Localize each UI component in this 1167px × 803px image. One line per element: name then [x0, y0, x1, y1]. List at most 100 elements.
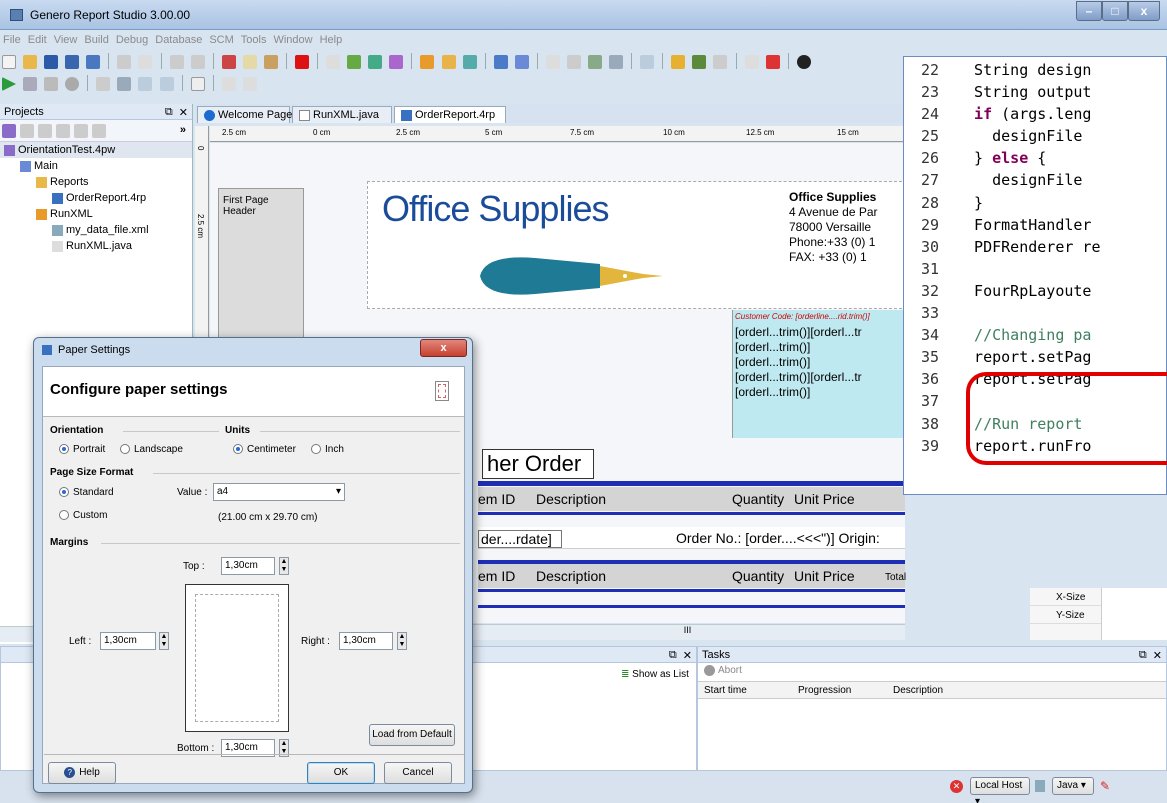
centimeter-radio[interactable]: Centimeter — [233, 444, 296, 455]
layout-icon[interactable] — [566, 55, 581, 69]
step-icon[interactable] — [44, 77, 59, 91]
left-margin-field[interactable]: 1,30cm — [100, 632, 156, 650]
rebuild-icon[interactable] — [389, 55, 404, 69]
stop-icon[interactable] — [65, 77, 80, 91]
landscape-radio[interactable]: Landscape — [120, 444, 183, 455]
menu-help[interactable]: Help — [320, 34, 343, 46]
order-line-field[interactable]: [orderl...trim()] — [735, 385, 904, 400]
open-folder-icon[interactable] — [23, 55, 38, 69]
build-icon[interactable] — [368, 55, 383, 69]
menu-window[interactable]: Window — [273, 34, 312, 46]
align-icon[interactable] — [609, 55, 624, 69]
tree-item[interactable]: Reports — [0, 174, 192, 190]
menu-scm[interactable]: SCM — [209, 34, 233, 46]
tab-welcome-page[interactable]: Welcome Page — [197, 106, 292, 123]
run-play-icon[interactable] — [2, 77, 16, 91]
settings-icon[interactable] — [744, 55, 759, 69]
top-margin-spinner[interactable]: ▲ ▼ — [279, 557, 289, 575]
order-no-field[interactable]: Order No.: [order....<<<")] Origin: — [676, 530, 880, 546]
tree-item[interactable]: my_data_file.xml — [0, 222, 192, 238]
tree-item[interactable]: OrientationTest.4pw — [0, 142, 192, 158]
show-as-list-button[interactable]: ≣ Show as List — [621, 669, 689, 680]
tree-tool-icon[interactable] — [92, 124, 106, 138]
print-preview-icon[interactable] — [138, 55, 153, 69]
load-from-default-button[interactable]: Load from Default — [369, 724, 455, 746]
close-panel-icon[interactable]: ✕ — [1153, 649, 1162, 662]
tree-tool-icon[interactable] — [56, 124, 70, 138]
save-all-icon[interactable] — [86, 55, 101, 69]
more-icon[interactable]: » — [180, 124, 186, 136]
cancel-button[interactable]: Cancel — [384, 762, 452, 784]
paragraph-icon[interactable] — [96, 77, 111, 91]
zoom-out-icon[interactable] — [159, 77, 174, 91]
copy-icon[interactable] — [242, 55, 257, 69]
float-panel-icon[interactable]: ⧉ — [1139, 649, 1147, 662]
right-margin-spinner[interactable]: ▲ ▼ — [397, 632, 407, 650]
float-panel-icon[interactable]: ⧉ — [165, 106, 173, 119]
inch-radio[interactable]: Inch — [311, 444, 344, 455]
ok-button[interactable]: OK — [307, 762, 375, 784]
close-panel-icon[interactable]: ✕ — [179, 106, 188, 119]
project-icon[interactable] — [2, 124, 16, 138]
menu-build[interactable]: Build — [84, 34, 108, 46]
delete-icon[interactable] — [295, 55, 309, 69]
zoom-icon[interactable] — [545, 55, 560, 69]
order-info-band[interactable]: der....rdate] Order No.: [order....<<<")… — [478, 527, 905, 549]
page-size-select[interactable]: a4 ▾ — [213, 483, 345, 501]
custom-radio[interactable]: Custom — [59, 510, 107, 521]
help-icon[interactable] — [796, 55, 811, 69]
tab-orderreport-4rp[interactable]: OrderReport.4rp — [394, 106, 506, 123]
run-icon[interactable] — [692, 55, 707, 69]
float-panel-icon[interactable]: ⧉ — [669, 649, 677, 662]
order-line-field[interactable]: [orderl...trim()] — [735, 355, 904, 370]
tool-icon[interactable] — [765, 55, 780, 69]
menu-debug[interactable]: Debug — [116, 34, 148, 46]
link-icon[interactable] — [420, 55, 435, 69]
host-select[interactable]: Local Host ▾ — [970, 777, 1030, 803]
menu-edit[interactable]: Edit — [28, 34, 47, 46]
language-select[interactable]: Java ▾ — [1052, 777, 1094, 795]
dialog-close-button[interactable]: x — [420, 339, 467, 357]
deploy-icon[interactable] — [441, 55, 456, 69]
col-description[interactable]: Description — [893, 685, 943, 696]
properties-icon[interactable] — [326, 55, 341, 69]
print-icon[interactable] — [117, 55, 132, 69]
portrait-radio[interactable]: Portrait — [59, 444, 105, 455]
property-x-size[interactable]: X-Size — [1030, 588, 1101, 606]
editor-horizontal-scrollbar[interactable]: III — [470, 624, 905, 640]
order-date-field[interactable]: der....rdate] — [478, 530, 562, 548]
find-icon[interactable] — [640, 55, 655, 69]
tool-icon[interactable]: ✎ — [1100, 779, 1110, 793]
new-file-icon[interactable] — [2, 55, 16, 69]
menu-database[interactable]: Database — [155, 34, 202, 46]
abort-button[interactable]: Abort — [698, 663, 1166, 681]
menu-file[interactable]: File — [3, 34, 21, 46]
order-line-field[interactable]: [orderl...trim()] — [735, 340, 904, 355]
close-panel-icon[interactable]: ✕ — [683, 649, 692, 662]
tree-tool-icon[interactable] — [74, 124, 88, 138]
error-icon[interactable]: ✕ — [950, 780, 963, 793]
paste-icon[interactable] — [263, 55, 278, 69]
tree-item[interactable]: Main — [0, 158, 192, 174]
debug-run-icon[interactable] — [23, 77, 38, 91]
tree-item[interactable]: RunXML — [0, 206, 192, 222]
undo-icon[interactable] — [169, 55, 184, 69]
menu-view[interactable]: View — [54, 34, 78, 46]
tree-item[interactable]: RunXML.java — [0, 238, 192, 254]
frame-icon[interactable] — [190, 77, 205, 91]
debug-icon[interactable] — [671, 55, 686, 69]
help-button[interactable]: ? Help — [48, 762, 116, 784]
menu-tools[interactable]: Tools — [241, 34, 267, 46]
grid-icon[interactable] — [588, 55, 602, 69]
column-header-band-2[interactable]: em ID Description Quantity Unit Price To… — [478, 564, 906, 588]
form-icon[interactable] — [514, 55, 529, 69]
maximize-button[interactable]: □ — [1102, 1, 1128, 21]
right-margin-field[interactable]: 1,30cm — [339, 632, 393, 650]
package-icon[interactable] — [462, 55, 477, 69]
save-icon[interactable] — [44, 55, 59, 69]
order-line-field[interactable]: [orderl...trim()][orderl...tr — [735, 370, 904, 385]
snap-icon[interactable] — [117, 77, 132, 91]
minimize-button[interactable]: – — [1076, 1, 1102, 21]
search-icon[interactable] — [713, 55, 728, 69]
tree-tool-icon[interactable] — [20, 124, 34, 138]
